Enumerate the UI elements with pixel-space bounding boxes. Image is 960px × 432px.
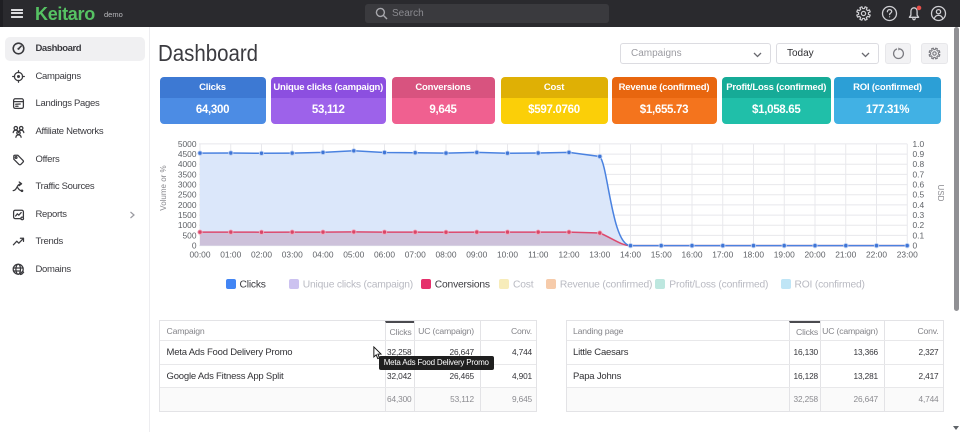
svg-text:3500: 3500	[178, 169, 197, 179]
svg-text:14:00: 14:00	[620, 250, 641, 260]
svg-text:16:00: 16:00	[682, 250, 703, 260]
svg-text:USD: USD	[936, 185, 945, 202]
svg-text:06:00: 06:00	[374, 250, 395, 260]
svg-text:19:00: 19:00	[774, 250, 795, 260]
svg-text:22:00: 22:00	[866, 250, 887, 260]
svg-text:1.0: 1.0	[913, 139, 925, 149]
svg-text:1000: 1000	[178, 220, 197, 230]
svg-text:08:00: 08:00	[436, 250, 457, 260]
svg-text:10:00: 10:00	[497, 250, 518, 260]
svg-text:Volume or %: Volume or %	[159, 165, 168, 210]
svg-text:17:00: 17:00	[712, 250, 733, 260]
svg-text:11:00: 11:00	[528, 250, 549, 260]
svg-text:21:00: 21:00	[835, 250, 856, 260]
svg-text:07:00: 07:00	[405, 250, 426, 260]
svg-text:2500: 2500	[178, 190, 197, 200]
svg-text:0.7: 0.7	[913, 169, 925, 179]
svg-text:05:00: 05:00	[343, 250, 364, 260]
svg-text:0.8: 0.8	[913, 159, 925, 169]
svg-text:500: 500	[183, 230, 197, 240]
svg-text:18:00: 18:00	[743, 250, 764, 260]
svg-text:3000: 3000	[178, 179, 197, 189]
svg-text:04:00: 04:00	[313, 250, 334, 260]
svg-text:0.1: 0.1	[913, 230, 925, 240]
svg-text:5000: 5000	[178, 139, 197, 149]
svg-text:0.4: 0.4	[913, 200, 925, 210]
svg-text:0.3: 0.3	[913, 210, 925, 220]
svg-text:02:00: 02:00	[251, 250, 272, 260]
svg-text:0.6: 0.6	[913, 179, 925, 189]
svg-text:1500: 1500	[178, 210, 197, 220]
svg-text:4500: 4500	[178, 149, 197, 159]
svg-text:0.2: 0.2	[913, 220, 925, 230]
svg-text:0.9: 0.9	[913, 149, 925, 159]
svg-text:03:00: 03:00	[282, 250, 303, 260]
svg-text:4000: 4000	[178, 159, 197, 169]
svg-text:2000: 2000	[178, 200, 197, 210]
svg-text:0.5: 0.5	[913, 190, 925, 200]
svg-text:09:00: 09:00	[466, 250, 487, 260]
svg-text:20:00: 20:00	[805, 250, 826, 260]
svg-text:12:00: 12:00	[559, 250, 580, 260]
svg-text:15:00: 15:00	[651, 250, 672, 260]
svg-text:23:00: 23:00	[897, 250, 918, 260]
svg-text:01:00: 01:00	[220, 250, 241, 260]
svg-text:00:00: 00:00	[190, 250, 211, 260]
svg-text:13:00: 13:00	[589, 250, 610, 260]
